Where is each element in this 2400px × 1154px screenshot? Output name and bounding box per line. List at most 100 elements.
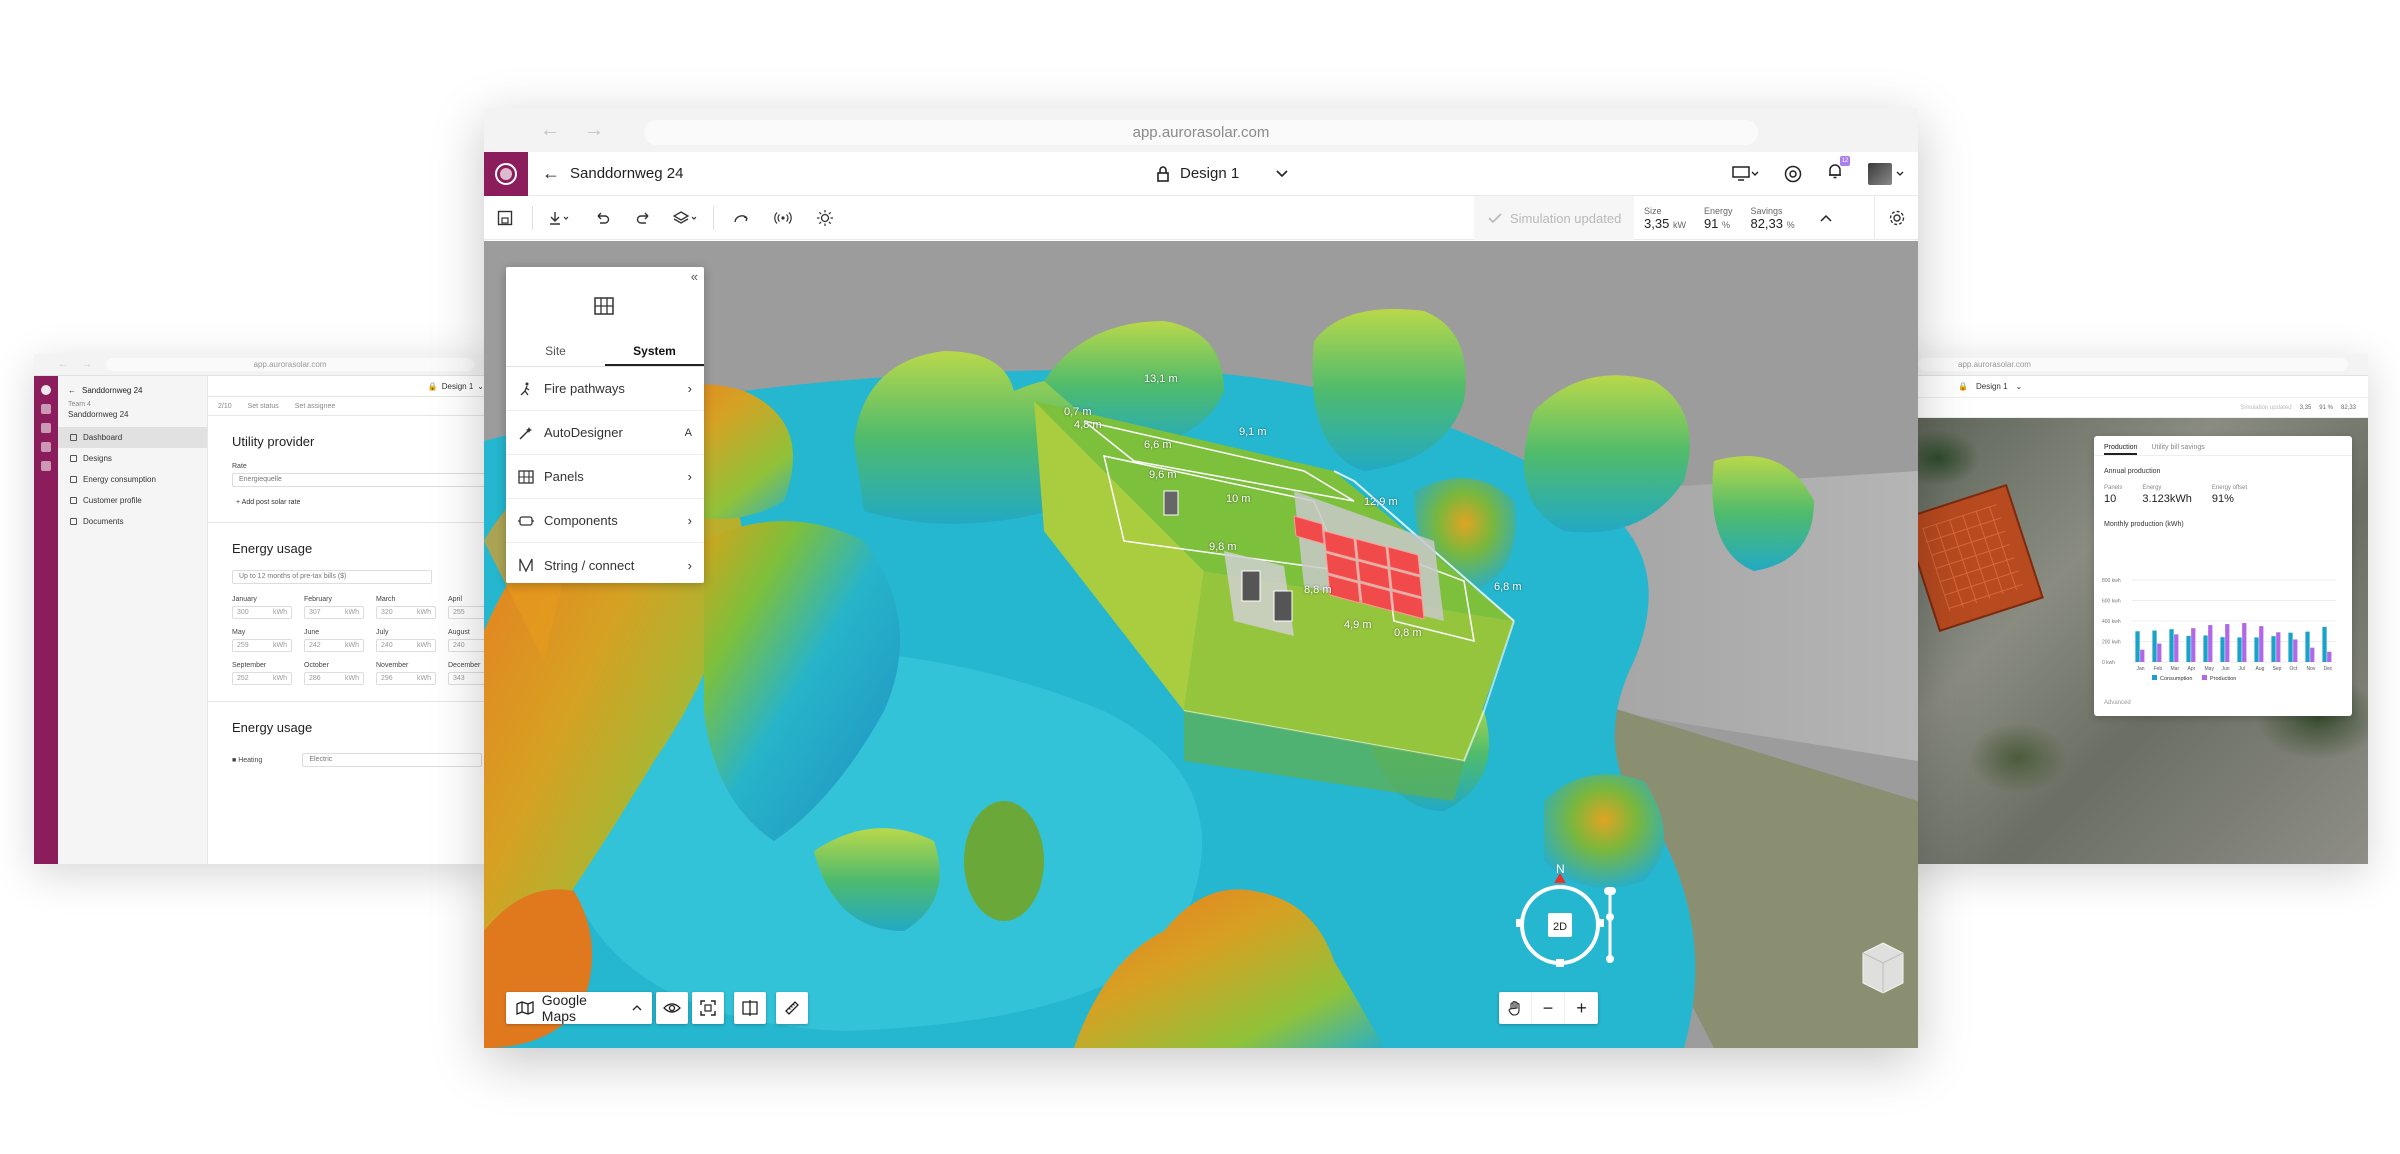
month-usage-cell: March 320 kWh [376,596,448,619]
bar-production [2157,643,2162,662]
month-usage-cell: November 296 kWh [376,662,448,685]
team-label: Team 4 [68,401,91,408]
sidebar-item-customer: Customer profile [58,490,207,511]
background-window-production: app.aurorasolar.com 🔒 Design 1 ⌄ Simulatio… [1898,354,2368,864]
download-button[interactable] [539,196,581,240]
back-arrow-icon[interactable]: ← [542,163,560,184]
bar-production [2259,626,2264,662]
shade-tool-button[interactable] [720,196,762,240]
sidebar-item-designs: Designs [58,448,207,469]
compare-button[interactable] [734,992,766,1024]
fit-view-button[interactable] [692,992,724,1024]
bar-production [2208,625,2213,662]
eye-icon [663,1003,681,1013]
month-label: May [232,629,246,636]
x-tick-label: Sep [2273,666,2282,672]
mini-metrics: Simulation updated 3,35 91 % 82,33 [1898,398,2368,418]
menu-item-components[interactable]: Components › [506,499,704,543]
tab-system[interactable]: System [605,337,704,366]
month-input: 300 kWh [232,606,292,619]
zoom-in-button[interactable]: + [1565,992,1598,1024]
redo-button[interactable] [623,196,665,240]
save-button[interactable] [484,196,526,240]
undo-icon [597,212,610,224]
layers-icon [673,210,697,224]
y-tick-label: 800 kwh [2102,578,2121,584]
design-metrics[interactable]: Size 3,35 kW Energy 91 % Savings 82,33 % [1644,196,1833,240]
browser-chrome: app.aurorasolar.com [1898,354,2368,376]
chevron-down-icon [1276,169,1288,177]
bar-production [2327,651,2332,662]
month-input: 320 kWh [376,606,436,619]
dimension-label: 12,9 m [1364,496,1398,508]
measure-button[interactable] [776,992,808,1024]
dimension-label: 13,1 m [1144,373,1178,385]
3d-viewport[interactable]: 13,1 m 4,8 m 0,7 m 6,6 m 9,1 m 9,6 m 10 … [484,241,1918,1048]
document-icon [70,518,77,525]
split-view-icon [742,1000,758,1016]
visibility-button[interactable] [656,992,688,1024]
dimension-label: 0,8 m [1394,627,1422,639]
design-toolbar: Simulation updated Size 3,35 kW Energy 9… [484,195,1918,240]
monitor-icon[interactable] [1732,165,1760,183]
undo-button[interactable] [581,196,623,240]
signal-button[interactable] [762,196,804,240]
forward-arrow-icon[interactable]: → [584,119,604,142]
menu-item-fire-pathways[interactable]: Fire pathways › [506,367,704,411]
bar-production [2310,647,2315,662]
menu-item-panels[interactable]: Panels › [506,455,704,499]
bar-consumption [2186,635,2191,662]
dimension-label: 10 m [1226,493,1251,505]
aurora-logo-icon[interactable] [484,151,528,196]
design-dropdown[interactable]: Design 1 [1156,165,1289,182]
bills-dropdown: Up to 12 months of pre-tax bills ($) [232,570,432,584]
help-icon[interactable] [1784,165,1802,183]
month-label: February [304,596,333,603]
address-bar[interactable]: app.aurorasolar.com [644,120,1758,145]
download-icon [550,211,569,225]
dimension-label: 0,7 m [1064,406,1092,418]
layers-button[interactable] [665,196,707,240]
bar-production [2242,623,2247,662]
map-icon [516,1001,534,1015]
hand-icon [1508,1000,1520,1016]
tab-site[interactable]: Site [506,337,605,366]
compass-control[interactable]: N 2D [1504,861,1624,981]
tilt-slider-handle[interactable] [1604,887,1616,895]
settings-button[interactable] [1874,195,1918,240]
sidebar-item-documents: Documents [58,511,207,532]
sun-button[interactable] [804,196,846,240]
menu-item-string-connect[interactable]: String / connect › [506,543,704,587]
view-cube-icon[interactable] [1858,938,1908,998]
map-source-dropdown[interactable]: Google Maps [506,992,652,1024]
settings-icon [41,442,51,452]
view-mode-label: 2D [1553,921,1567,933]
forward-arrow-icon: → [82,359,92,370]
y-tick-label: 200 kwh [2102,640,2121,646]
lock-icon [1157,165,1169,182]
panels-grid-icon [518,469,534,484]
menu-item-autodesigner[interactable]: AutoDesigner A [506,411,704,455]
app-rail [34,376,58,864]
back-arrow-icon[interactable]: ← [540,119,560,142]
collapse-panel-icon[interactable]: « [691,269,698,284]
offset-value: 91% [2211,493,2234,505]
chevron-up-icon[interactable] [1819,213,1833,223]
zoom-out-button[interactable]: − [1532,992,1565,1024]
bar-production [2225,624,2230,662]
folder-icon [41,404,51,414]
pan-tool-button[interactable] [1499,992,1532,1024]
user-menu[interactable] [1868,162,1904,185]
bar-consumption [2288,632,2293,662]
app-header: ← Sanddornweg 24 Design 1 12 [484,151,1918,196]
month-label: September [232,662,267,669]
avatar [1868,162,1892,185]
project-back[interactable]: ← Sanddornweg 24 [542,163,683,184]
notifications-button[interactable]: 12 [1826,156,1850,185]
month-usage-cell: June 242 kWh [304,629,376,652]
project-subtitle: Sanddornweg 24 [68,410,129,419]
chart-icon [70,476,77,483]
month-usage-cell: February 307 kWh [304,596,376,619]
energy-value: 3.123kWh [2142,493,2192,505]
ruler-icon [785,1001,799,1015]
